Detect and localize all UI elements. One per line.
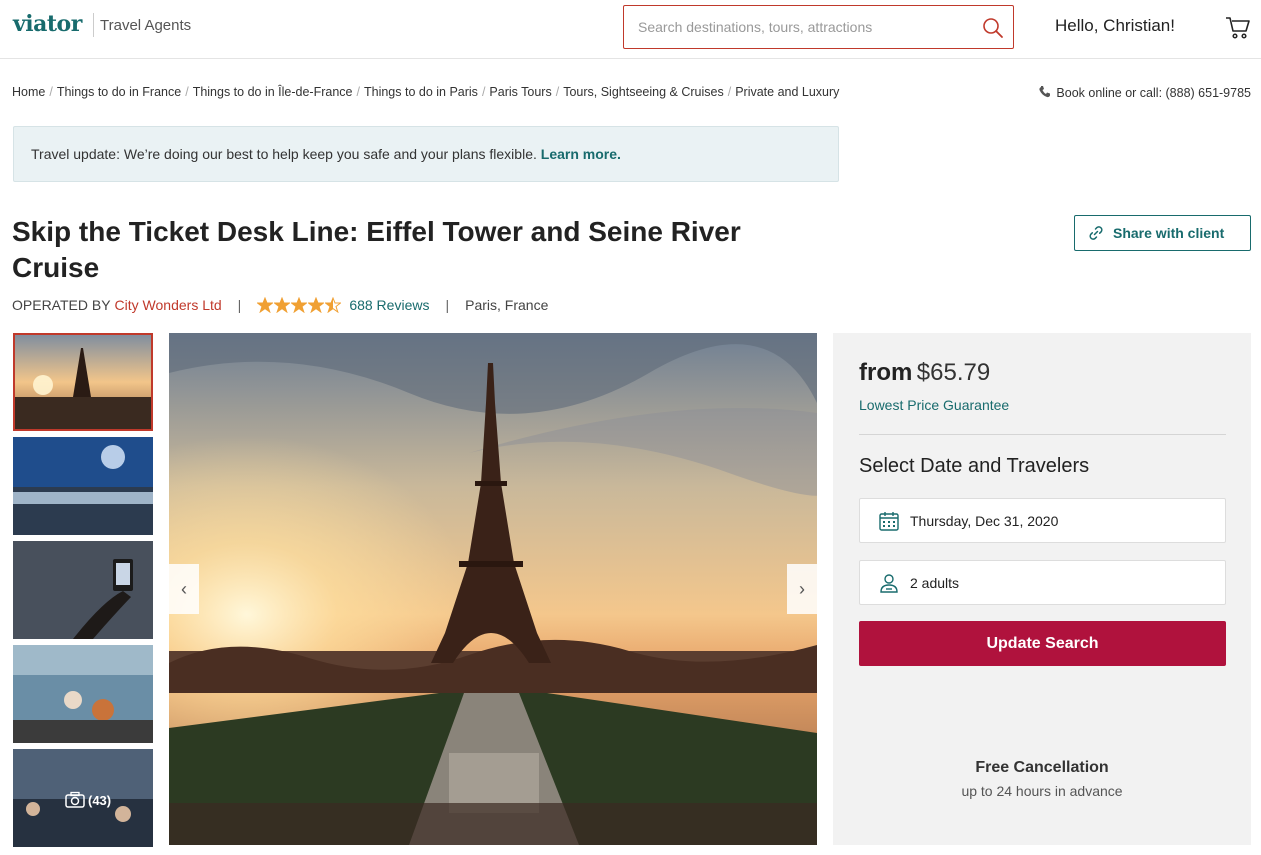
main-gallery-image[interactable]: ‹ › xyxy=(169,333,817,845)
update-search-button[interactable]: Update Search xyxy=(859,621,1226,666)
phone-photo-image xyxy=(13,541,153,639)
thumbnail-boat-deck[interactable] xyxy=(13,437,153,535)
eiffel-sunset-image xyxy=(13,333,153,431)
site-header: viator Travel Agents Hello, Christian! xyxy=(0,0,1261,59)
breadcrumb-separator: / xyxy=(555,85,560,99)
product-meta: OPERATED BY City Wonders Ltd | 688 Revie… xyxy=(12,297,548,313)
cart-icon[interactable] xyxy=(1224,13,1252,41)
operator-link[interactable]: City Wonders Ltd xyxy=(115,297,222,313)
breadcrumb-separator: / xyxy=(356,85,360,99)
thumbnail-strip: (43) xyxy=(13,333,153,853)
breadcrumb-ile-de-france[interactable]: Things to do in Île-de-France xyxy=(193,85,353,99)
viator-logo[interactable]: viator xyxy=(13,11,82,37)
product-location: Paris, France xyxy=(465,297,549,313)
share-with-client-button[interactable]: Share with client xyxy=(1074,215,1251,251)
product-title: Skip the Ticket Desk Line: Eiffel Tower … xyxy=(12,216,741,283)
gallery-next-button[interactable]: › xyxy=(787,564,817,614)
cruise-interior-image xyxy=(13,645,153,743)
operated-by-label: OPERATED BY xyxy=(12,297,111,313)
thumbnail-group-photos[interactable]: (43) xyxy=(13,749,153,847)
star-icon xyxy=(274,297,291,313)
lowest-price-guarantee-link[interactable]: Lowest Price Guarantee xyxy=(859,397,1009,413)
breadcrumb-paris-tours[interactable]: Paris Tours xyxy=(489,85,551,99)
thumbnail-cruise-interior[interactable] xyxy=(13,645,153,743)
star-icon xyxy=(325,297,342,313)
phone-text: Book online or call: (888) 651-9785 xyxy=(1056,86,1251,100)
search-box xyxy=(623,5,1014,49)
travel-update-banner: Travel update: We’re doing our best to h… xyxy=(13,126,839,182)
learn-more-link[interactable]: Learn more. xyxy=(541,146,621,162)
selected-date: Thursday, Dec 31, 2020 xyxy=(910,513,1059,529)
phone-contact[interactable]: Book online or call: (888) 651-9785 xyxy=(1038,85,1251,100)
breadcrumb-home[interactable]: Home xyxy=(12,85,45,99)
date-picker[interactable]: Thursday, Dec 31, 2020 xyxy=(859,498,1226,543)
breadcrumb-paris[interactable]: Things to do in Paris xyxy=(364,85,478,99)
logo-subtitle: Travel Agents xyxy=(100,17,192,34)
free-cancellation-subtitle: up to 24 hours in advance xyxy=(961,783,1123,799)
breadcrumb: Home / Things to do in France / Things to do… xyxy=(12,85,839,99)
from-label: from xyxy=(859,359,913,386)
link-icon xyxy=(1089,226,1103,240)
banner-text: Travel update: We’re doing our best to h… xyxy=(31,146,537,162)
share-label: Share with client xyxy=(1113,225,1225,241)
eiffel-tower-photo xyxy=(169,333,817,845)
camera-icon xyxy=(65,791,85,808)
breadcrumb-separator: / xyxy=(49,85,53,99)
boat-deck-image xyxy=(13,437,153,535)
meta-separator: | xyxy=(445,297,450,313)
thumbnail-phone-photo[interactable] xyxy=(13,541,153,639)
free-cancellation-title: Free Cancellation xyxy=(975,759,1109,776)
breadcrumb-private-luxury[interactable]: Private and Luxury xyxy=(735,85,839,99)
rating-stars[interactable] xyxy=(257,297,342,313)
breadcrumb-france[interactable]: Things to do in France xyxy=(57,85,181,99)
star-icon xyxy=(291,297,308,313)
calendar-icon xyxy=(879,512,899,531)
meta-separator: | xyxy=(237,297,242,313)
banner-text-wrap: Travel update: We’re doing our best to h… xyxy=(31,146,621,162)
user-greeting[interactable]: Hello, Christian! xyxy=(1055,16,1175,36)
phone-icon xyxy=(1039,86,1051,98)
breadcrumb-sightseeing[interactable]: Tours, Sightseeing & Cruises xyxy=(563,85,724,99)
travelers-count: 2 adults xyxy=(910,575,960,591)
breadcrumb-separator: / xyxy=(481,85,486,99)
person-icon xyxy=(880,574,898,593)
photo-count-text: (43) xyxy=(88,792,112,808)
booking-panel: from $65.79 Lowest Price Guarantee Selec… xyxy=(833,333,1251,845)
select-date-travelers-heading: Select Date and Travelers xyxy=(859,455,1090,477)
price-line: from $65.79 xyxy=(859,359,990,387)
logo-divider xyxy=(93,13,94,37)
travelers-picker[interactable]: 2 adults xyxy=(859,560,1226,605)
gallery-prev-button[interactable]: ‹ xyxy=(169,564,199,614)
breadcrumb-separator: / xyxy=(185,85,189,99)
thumbnail-eiffel-sunset[interactable] xyxy=(13,333,153,431)
search-input[interactable] xyxy=(638,17,968,37)
search-icon[interactable] xyxy=(981,16,1005,40)
breadcrumb-separator: / xyxy=(727,85,732,99)
reviews-link[interactable]: 688 Reviews xyxy=(349,297,429,313)
panel-divider xyxy=(859,434,1226,435)
price-value: $65.79 xyxy=(916,359,991,386)
star-icon xyxy=(257,297,274,313)
star-icon xyxy=(308,297,325,313)
photo-count[interactable]: (43) xyxy=(65,791,111,809)
